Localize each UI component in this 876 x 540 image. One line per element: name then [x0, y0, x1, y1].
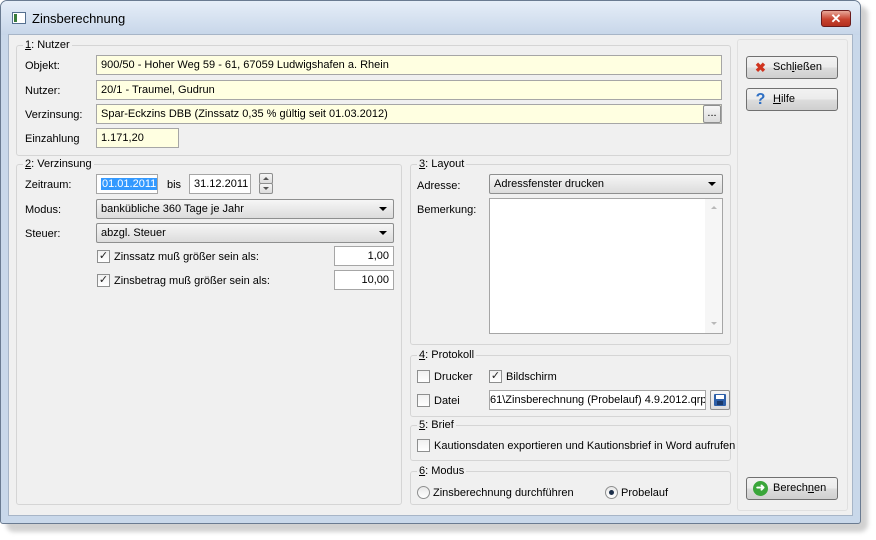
adresse-dropdown[interactable]: Adressfenster drucken: [489, 174, 723, 194]
zinsbetrag-checkbox-label[interactable]: Zinsbetrag muß größer sein als:: [114, 274, 270, 288]
zeitraum-spin-down[interactable]: [259, 183, 273, 194]
bemerkung-textarea[interactable]: [489, 198, 723, 334]
dialog-body: 1: Nutzer Objekt: 900/50 - Hoher Weg 59 …: [8, 34, 853, 516]
steuer-dropdown-value: abzgl. Steuer: [101, 227, 166, 239]
verzinsung-label: Verzinsung:: [25, 109, 83, 121]
nutzer-field[interactable]: 20/1 - Traumel, Gudrun: [96, 80, 722, 100]
drucker-checkbox[interactable]: [417, 370, 430, 383]
objekt-label: Objekt:: [25, 60, 60, 72]
zeitraum-label: Zeitraum:: [25, 179, 72, 191]
einzahlung-field[interactable]: 1.171,20: [96, 128, 179, 148]
modus-dropdown-value: bankübliche 360 Tage je Jahr: [101, 203, 244, 215]
group-nutzer-legend: 1: Nutzer: [23, 39, 72, 52]
drucker-checkbox-label[interactable]: Drucker: [434, 370, 473, 384]
adresse-label: Adresse:: [417, 180, 461, 192]
group-protokoll-legend: 4: Protokoll: [417, 349, 477, 362]
bemerkung-scrollbar[interactable]: [705, 199, 722, 333]
chevron-down-icon: [379, 231, 387, 235]
hilfe-button[interactable]: ? Hilfe: [746, 88, 838, 111]
help-question-icon: ?: [755, 91, 766, 108]
scroll-up-arrow-icon: [711, 206, 717, 209]
bis-label: bis: [167, 179, 182, 191]
berechnen-button[interactable]: ➜ Berechnen: [746, 477, 838, 500]
window-title: Zinsberechnung: [32, 11, 126, 26]
chevron-down-icon: [708, 182, 716, 186]
bemerkung-label: Bemerkung:: [417, 204, 477, 216]
bildschirm-checkbox[interactable]: ✓: [489, 370, 502, 383]
nutzer-label: Nutzer:: [25, 85, 61, 97]
zeitraum-from-selected: 01.01.2011: [101, 178, 157, 190]
zinsbetrag-checkbox[interactable]: ✓: [97, 274, 110, 287]
zinsberechnung-radio[interactable]: [417, 486, 430, 499]
arrow-right-go-icon: ➜: [753, 481, 768, 496]
datei-path-field[interactable]: 61\Zinsberechnung (Probelauf) 4.9.2012.q…: [489, 390, 706, 410]
schliessen-button-label: Schließen: [773, 61, 822, 73]
close-x-icon: ✖: [755, 60, 766, 75]
probelauf-radio-label[interactable]: Probelauf: [621, 486, 668, 500]
close-button[interactable]: ✕: [821, 10, 851, 27]
zeitraum-to-field[interactable]: 31.12.2011: [189, 174, 251, 194]
einzahlung-label: Einzahlung: [25, 133, 80, 145]
steuer-dropdown[interactable]: abzgl. Steuer: [96, 223, 394, 243]
schliessen-button[interactable]: ✖ Schließen: [746, 56, 838, 79]
bildschirm-checkbox-label[interactable]: Bildschirm: [506, 370, 557, 384]
save-file-button[interactable]: [710, 390, 730, 410]
hilfe-button-label: Hilfe: [773, 93, 796, 105]
zinssatz-checkbox-label[interactable]: Zinssatz muß größer sein als:: [114, 250, 259, 264]
zinsberechnung-dialog: Zinsberechnung ✕ 1: Nutzer Objekt: 900/5…: [0, 0, 861, 524]
kautionsbrief-checkbox[interactable]: [417, 439, 430, 452]
zeitraum-from-field[interactable]: 01.01.2011: [96, 174, 158, 194]
adresse-dropdown-value: Adressfenster drucken: [494, 178, 605, 190]
zinssatz-checkbox[interactable]: ✓: [97, 250, 110, 263]
group-brief-legend: 5: Brief: [417, 419, 456, 432]
modus-dropdown[interactable]: bankübliche 360 Tage je Jahr: [96, 199, 394, 219]
group-verzinsung-legend: 2: Verzinsung: [23, 158, 94, 171]
zinsberechnung-radio-label[interactable]: Zinsberechnung durchführen: [433, 486, 574, 500]
chevron-up-icon: [263, 177, 269, 180]
chevron-down-icon: [379, 207, 387, 211]
title-bar[interactable]: Zinsberechnung ✕: [1, 1, 860, 35]
kautionsbrief-checkbox-label[interactable]: Kautionsdaten exportieren und Kautionsbr…: [434, 439, 735, 453]
verzinsung-browse-button[interactable]: ...: [703, 105, 721, 123]
verzinsung-field[interactable]: Spar-Eckzins DBB (Zinssatz 0,35 % gültig…: [96, 104, 722, 124]
datei-checkbox[interactable]: [417, 394, 430, 407]
group-layout-legend: 3: Layout: [417, 158, 467, 171]
floppy-disk-icon: [714, 394, 726, 406]
zinsbetrag-value-field[interactable]: 10,00: [334, 270, 394, 290]
zinssatz-value-field[interactable]: 1,00: [334, 246, 394, 266]
app-icon: [12, 12, 26, 24]
objekt-field[interactable]: 900/50 - Hoher Weg 59 - 61, 67059 Ludwig…: [96, 55, 722, 75]
berechnen-button-label: Berechnen: [773, 482, 827, 494]
group-modus-legend: 6: Modus: [417, 465, 467, 478]
scroll-down-arrow-icon: [711, 322, 717, 325]
datei-checkbox-label[interactable]: Datei: [434, 394, 460, 408]
steuer-label: Steuer:: [25, 228, 61, 240]
chevron-down-icon: [263, 187, 269, 190]
probelauf-radio[interactable]: [605, 486, 618, 499]
modus-label: Modus:: [25, 204, 62, 216]
